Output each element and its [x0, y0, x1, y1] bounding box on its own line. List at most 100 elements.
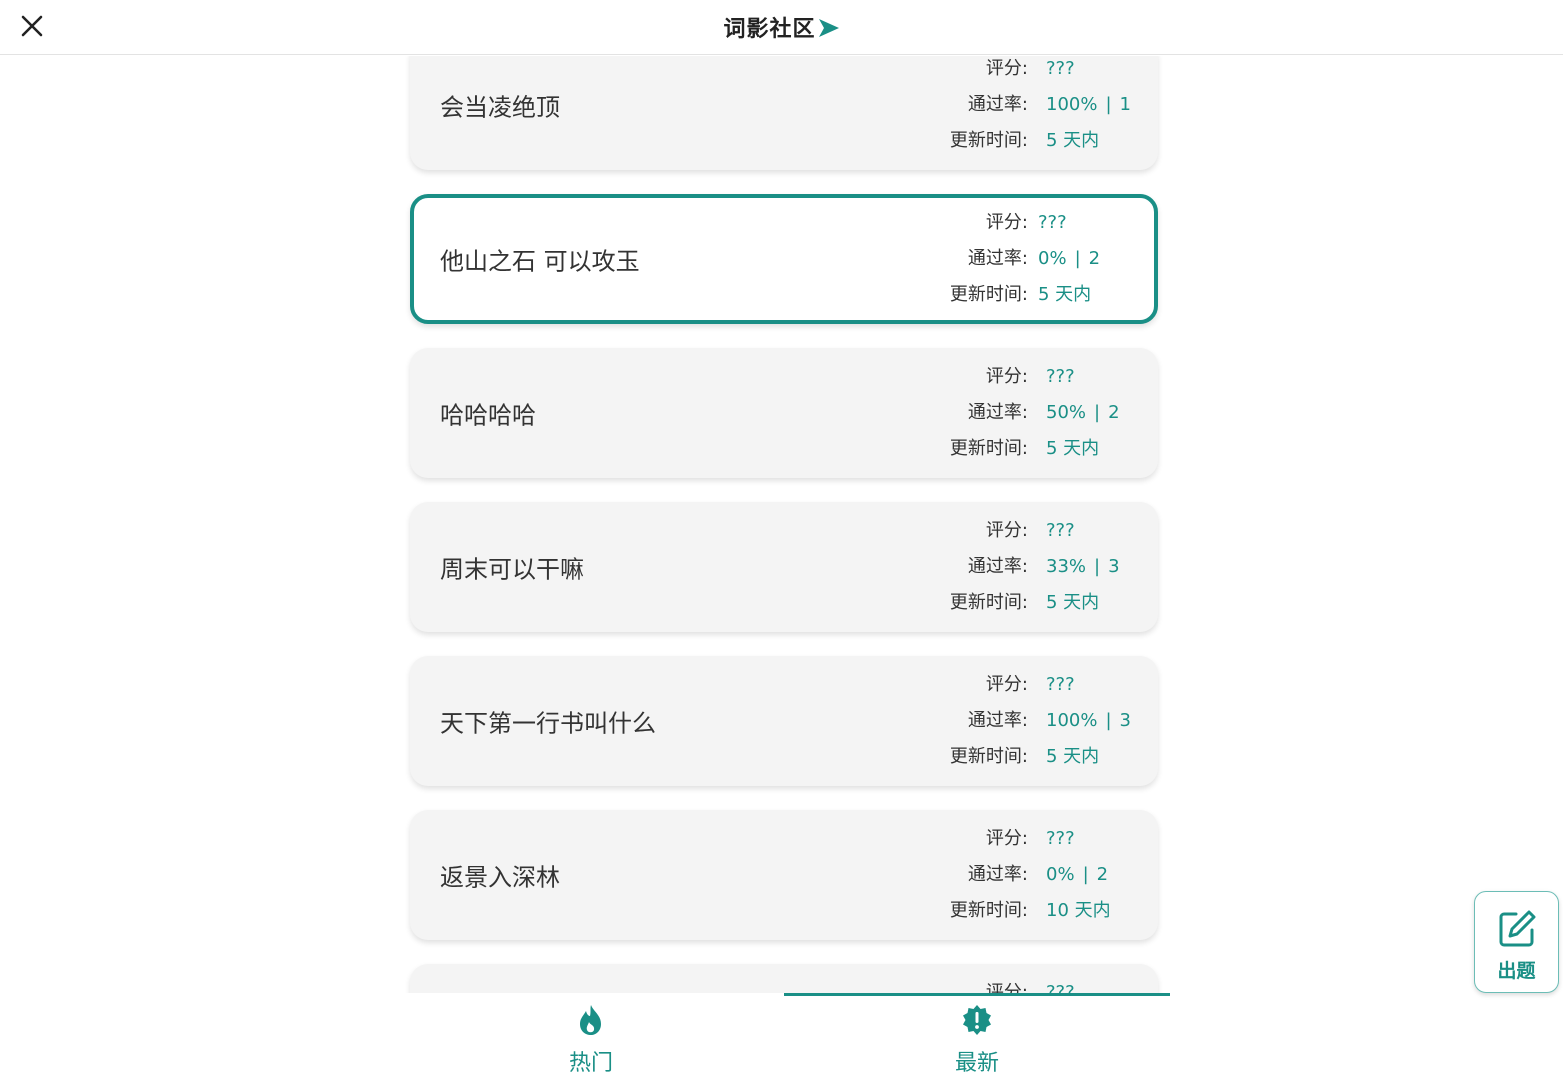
tab-hot[interactable]: 热门: [531, 1003, 651, 1077]
pass-rate-label: 通过率:: [967, 94, 1028, 115]
rating-label: 评分:: [985, 212, 1028, 233]
rating-label: 评分:: [985, 366, 1028, 387]
pass-rate-value: 100% | 1: [1046, 87, 1131, 123]
updated-row: 更新时间: 5 天内: [754, 277, 1154, 313]
pass-rate-separator: |: [1105, 94, 1112, 115]
pass-rate-row: 通过率: 100% | 3: [758, 703, 1158, 739]
updated-label: 更新时间:: [949, 900, 1028, 921]
question-title: 天下第一行书叫什么: [440, 709, 656, 738]
pass-rate-separator: |: [1094, 556, 1101, 577]
updated-value: 5 天内: [1046, 592, 1100, 613]
tab-new[interactable]: 最新: [917, 1003, 1037, 1077]
updated-label: 更新时间:: [949, 592, 1028, 613]
attempt-count: 2: [1096, 864, 1109, 885]
pass-rate-value: 33% | 3: [1046, 549, 1120, 585]
question-title: 周末可以干嘛: [440, 555, 584, 584]
question-meta: 评分: ??? 通过率: 0% | 2 更新时间: 5 天内: [754, 198, 1154, 320]
updated-value: 5 天内: [1046, 746, 1100, 767]
pass-rate-label: 通过率:: [967, 556, 1028, 577]
question-title: 会当凌绝顶: [440, 93, 560, 122]
rating-row: 评分: ???: [754, 205, 1154, 241]
pass-rate-row: 通过率: 0% | 2: [758, 857, 1158, 893]
rating-row: 评分: ???: [758, 359, 1158, 395]
question-card[interactable]: 天下第一行书叫什么 评分: ??? 通过率: 100% | 3 更新时间: 5 天内: [410, 656, 1158, 786]
question-list[interactable]: 会当凌绝顶 评分: ??? 通过率: 100% | 1 更新时间: 5 天内 他山之…: [0, 56, 1563, 993]
pass-rate-separator: |: [1074, 248, 1081, 269]
pass-rate-label: 通过率:: [967, 402, 1028, 423]
attempt-count: 3: [1108, 556, 1120, 577]
pass-rate-value: 50% | 2: [1046, 395, 1120, 431]
page-title-text: 词影社区: [723, 17, 816, 42]
updated-value: 5 天内: [1046, 130, 1100, 151]
pass-rate-label: 通过率:: [967, 248, 1028, 269]
page-title: 词影社区: [0, 11, 1563, 43]
question-meta: 评分: ??? 通过率: 0% | 2 更新时间: 10 天内: [758, 810, 1158, 940]
rating-label: 评分:: [985, 520, 1028, 541]
rating-value: ???: [1046, 520, 1075, 541]
attempt-count: 3: [1119, 710, 1131, 731]
question-meta: 评分: ??? 通过率: 100% | 1 更新时间: 5 天内: [758, 56, 1158, 170]
bottom-tab-bar: 热门 最新: [0, 993, 1563, 1080]
question-card[interactable]: 他山之石 可以攻玉 评分: ??? 通过率: 0% | 2 更新时间: 5 天内: [410, 194, 1158, 324]
rating-value: ???: [1046, 58, 1075, 79]
active-tab-indicator: [784, 993, 1170, 996]
question-title: 哈哈哈哈: [440, 401, 536, 430]
tab-hot-label: 热门: [568, 1051, 613, 1076]
pass-rate-row: 通过率: 50% | 2: [758, 395, 1158, 431]
rating-value: ???: [1038, 212, 1067, 233]
question-title: 返景入深林: [440, 863, 560, 892]
rating-label: 评分:: [985, 58, 1028, 79]
updated-label: 更新时间:: [949, 746, 1028, 767]
updated-value: 10 天内: [1046, 900, 1111, 921]
pass-rate-percent: 0%: [1038, 248, 1067, 269]
pass-rate-separator: |: [1094, 402, 1101, 423]
pass-rate-value: 0% | 2: [1046, 857, 1108, 893]
create-question-button[interactable]: 出题: [1474, 891, 1559, 993]
create-question-label: 出题: [1497, 960, 1536, 982]
rating-label: 评分:: [985, 828, 1028, 849]
updated-value: 5 天内: [1038, 284, 1092, 305]
rating-label: 评分:: [985, 674, 1028, 695]
question-card[interactable]: 评分: ??? 通过率: | 更新时间:: [410, 964, 1158, 993]
question-list-items: 会当凌绝顶 评分: ??? 通过率: 100% | 1 更新时间: 5 天内 他山之…: [410, 56, 1158, 993]
question-meta: 评分: ??? 通过率: 50% | 2 更新时间: 5 天内: [758, 348, 1158, 478]
attempt-count: 2: [1108, 402, 1120, 423]
flame-icon: [580, 1005, 601, 1035]
tab-new-label: 最新: [954, 1051, 999, 1076]
rating-row: 评分: ???: [758, 667, 1158, 703]
question-meta: 评分: ??? 通过率: 33% | 3 更新时间: 5 天内: [758, 502, 1158, 632]
pass-rate-percent: 0%: [1046, 864, 1075, 885]
new-badge-icon: [963, 1005, 991, 1035]
question-meta: 评分: ??? 通过率: 100% | 3 更新时间: 5 天内: [758, 656, 1158, 786]
updated-label: 更新时间:: [949, 130, 1028, 151]
updated-label: 更新时间:: [949, 284, 1028, 305]
rating-row: 评分: ???: [758, 975, 1158, 993]
pass-rate-percent: 100%: [1046, 94, 1098, 115]
pass-rate-value: 100% | 3: [1046, 703, 1131, 739]
pass-rate-label: 通过率:: [967, 864, 1028, 885]
question-card[interactable]: 返景入深林 评分: ??? 通过率: 0% | 2 更新时间: 10 天内: [410, 810, 1158, 940]
rating-value: ???: [1046, 366, 1075, 387]
question-card[interactable]: 周末可以干嘛 评分: ??? 通过率: 33% | 3 更新时间: 5 天内: [410, 502, 1158, 632]
rating-value: ???: [1046, 982, 1075, 993]
arrow-right-icon: [818, 19, 839, 37]
edit-icon: [1499, 910, 1535, 947]
attempt-count: 1: [1119, 94, 1131, 115]
updated-value: 5 天内: [1046, 438, 1100, 459]
attempt-count: 2: [1088, 248, 1101, 269]
rating-label: 评分:: [985, 982, 1028, 993]
updated-row: 更新时间: 10 天内: [758, 893, 1158, 929]
pass-rate-percent: 100%: [1046, 710, 1098, 731]
updated-row: 更新时间: 5 天内: [758, 431, 1158, 467]
question-card[interactable]: 哈哈哈哈 评分: ??? 通过率: 50% | 2 更新时间: 5 天内: [410, 348, 1158, 478]
rating-value: ???: [1046, 828, 1075, 849]
rating-row: 评分: ???: [758, 513, 1158, 549]
pass-rate-row: 通过率: 0% | 2: [754, 241, 1154, 277]
pass-rate-label: 通过率:: [967, 710, 1028, 731]
pass-rate-separator: |: [1082, 864, 1089, 885]
top-bar: 词影社区: [0, 0, 1563, 55]
pass-rate-row: 通过率: 100% | 1: [758, 87, 1158, 123]
question-title: 他山之石 可以攻玉: [440, 247, 640, 276]
updated-row: 更新时间: 5 天内: [758, 585, 1158, 621]
question-card[interactable]: 会当凌绝顶 评分: ??? 通过率: 100% | 1 更新时间: 5 天内: [410, 56, 1158, 170]
